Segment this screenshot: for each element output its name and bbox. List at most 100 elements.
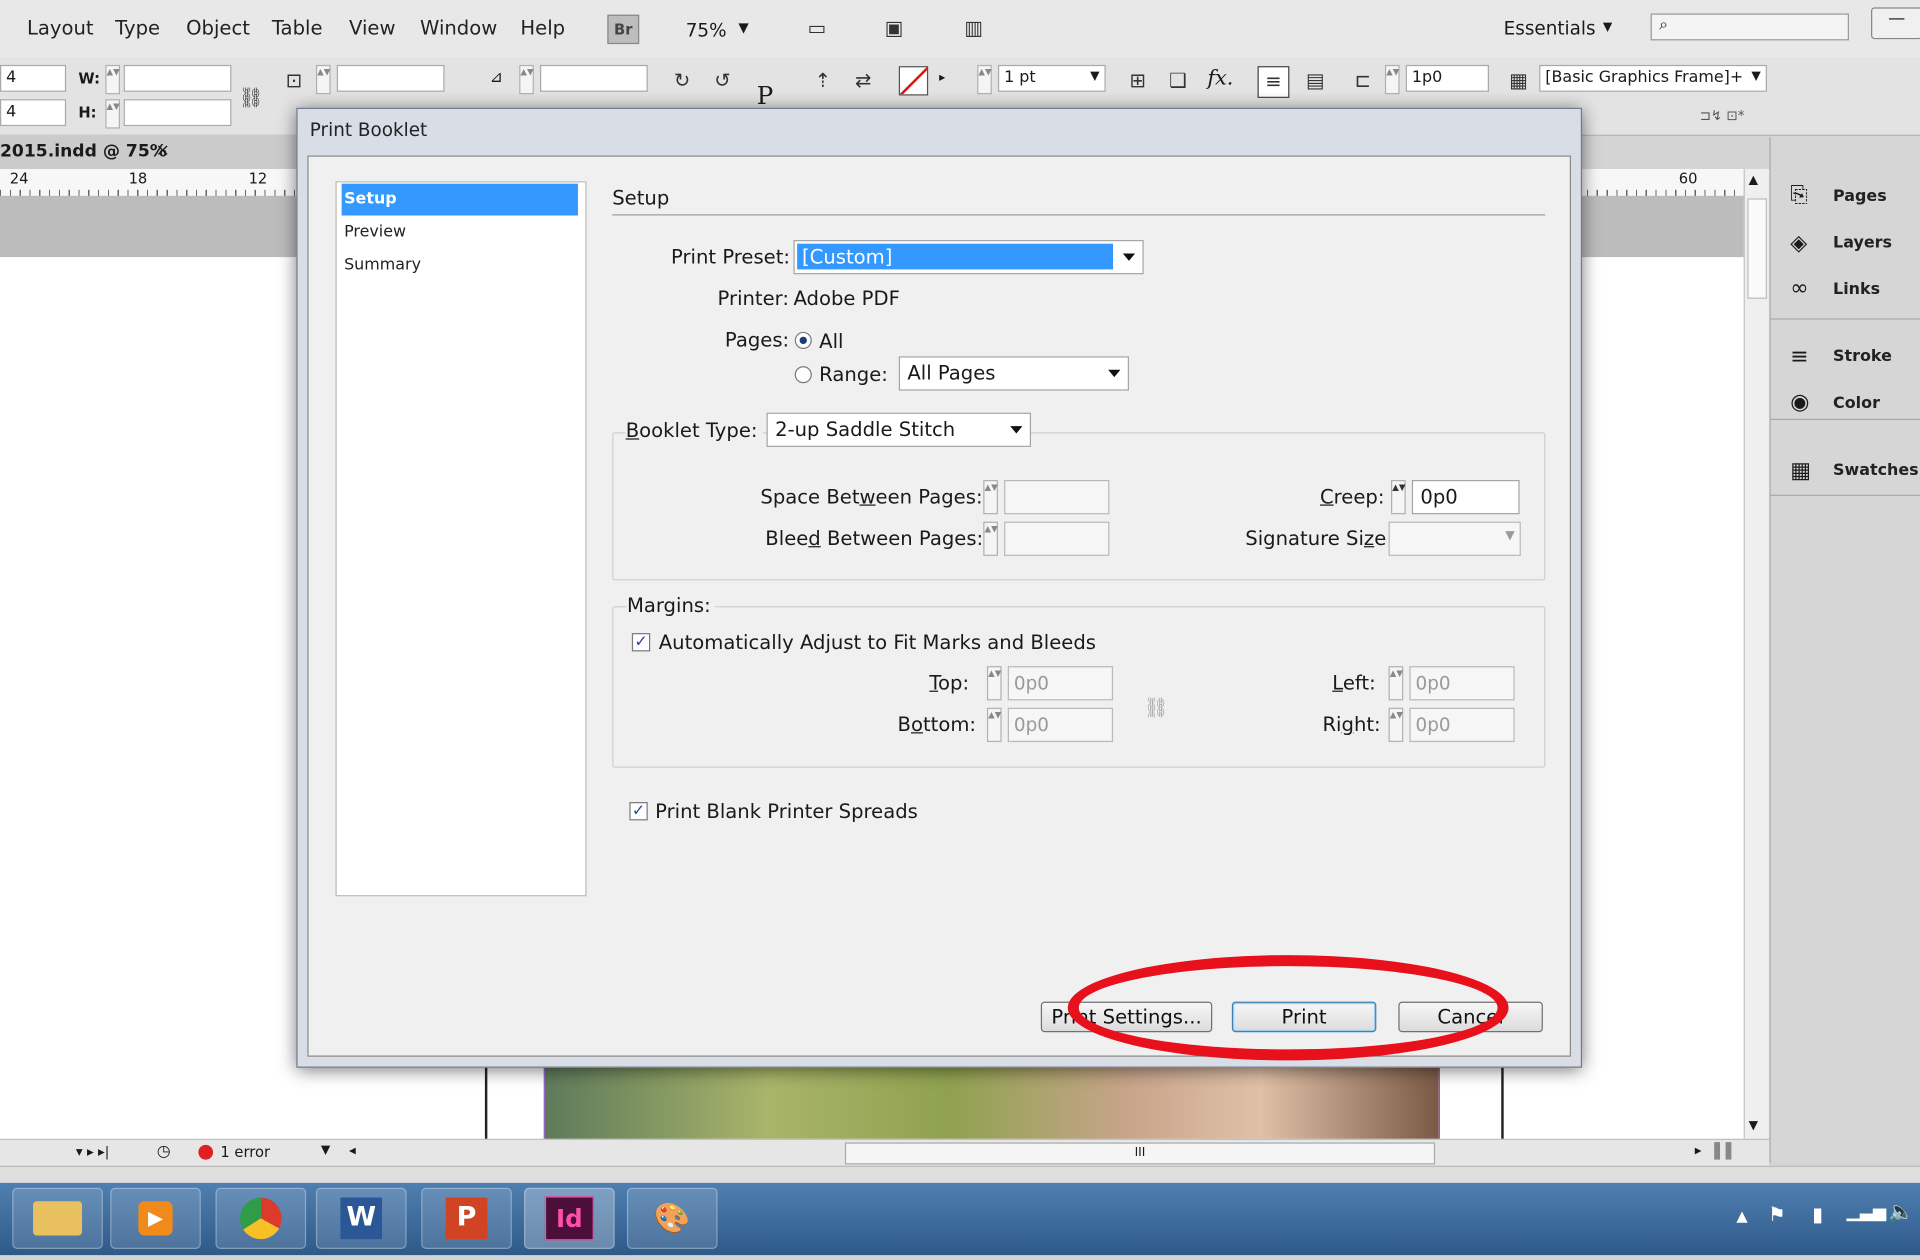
powerpoint-button[interactable]: P bbox=[421, 1187, 512, 1249]
page-range-select[interactable]: All Pages bbox=[898, 356, 1129, 391]
blank-spreads-checkbox[interactable]: ✓ bbox=[629, 802, 648, 821]
zoom-level[interactable]: 75% bbox=[686, 20, 727, 42]
nav-item-summary[interactable]: Summary bbox=[342, 253, 578, 276]
panel-pages[interactable]: Pages bbox=[1833, 187, 1887, 205]
bottom-margin-field: 0p0 bbox=[1007, 707, 1114, 743]
workspace-dropdown-icon[interactable]: ▼ bbox=[1603, 21, 1612, 34]
photo-image[interactable] bbox=[543, 1060, 1441, 1142]
height-field[interactable] bbox=[123, 99, 232, 127]
minimize-button[interactable]: — bbox=[1871, 7, 1920, 40]
wrap-around-icon[interactable]: ▤ bbox=[1300, 66, 1329, 95]
creep-stepper[interactable]: ▲▼ bbox=[1391, 480, 1406, 515]
height-stepper[interactable]: ▲▼ bbox=[105, 99, 121, 129]
pages-icon[interactable]: ⎘ bbox=[1790, 182, 1808, 208]
nav-item-preview[interactable]: Preview bbox=[342, 220, 578, 243]
menu-type[interactable]: Type bbox=[115, 16, 160, 39]
select-container-icon[interactable]: ⇡ bbox=[808, 66, 837, 95]
scroll-left-icon[interactable]: ◂ bbox=[349, 1142, 356, 1158]
scroll-right-icon[interactable]: ▸ bbox=[1695, 1142, 1702, 1158]
menu-object[interactable]: Object bbox=[186, 16, 250, 39]
horizontal-scroll-thumb[interactable]: III bbox=[844, 1142, 1436, 1165]
stroke-weight-field[interactable]: 1 pt ▼ bbox=[997, 64, 1106, 92]
workspace-switcher[interactable]: Essentials bbox=[1504, 17, 1596, 39]
color-icon[interactable]: ◉ bbox=[1790, 389, 1809, 415]
nav-item-setup[interactable]: Setup bbox=[341, 183, 578, 216]
swatches-icon[interactable]: ▦ bbox=[1790, 458, 1811, 484]
stroke-weight-value: 1 pt bbox=[1004, 68, 1036, 87]
width-stepper[interactable]: ▲▼ bbox=[105, 64, 121, 95]
x-field[interactable]: 4 bbox=[0, 64, 67, 92]
pages-label: Pages: bbox=[724, 328, 790, 352]
scroll-thumb[interactable] bbox=[1747, 198, 1767, 299]
text-wrap-icon[interactable]: ≡ bbox=[1257, 66, 1290, 98]
stroke-icon[interactable]: ≡ bbox=[1790, 344, 1808, 370]
menu-layout[interactable]: Layout bbox=[27, 16, 94, 39]
battery-icon[interactable]: ▮ bbox=[1812, 1202, 1823, 1225]
media-player-button[interactable]: ▶ bbox=[110, 1187, 201, 1249]
frame-size-stepper[interactable]: ▲▼ bbox=[1384, 64, 1400, 95]
pages-range-radio[interactable] bbox=[794, 366, 812, 384]
network-signal-icon[interactable]: ▁▃▅ bbox=[1847, 1202, 1887, 1222]
close-tab-icon[interactable]: × bbox=[156, 141, 170, 161]
action-center-flag-icon[interactable]: ⚑ bbox=[1768, 1202, 1786, 1225]
split-view-icon[interactable]: ▌▌ bbox=[1714, 1142, 1737, 1159]
rotate-stepper[interactable]: ▲▼ bbox=[519, 64, 534, 95]
fill-none-icon[interactable] bbox=[898, 66, 929, 96]
bridge-button[interactable]: Br bbox=[607, 14, 640, 45]
scroll-down-icon[interactable]: ▼ bbox=[1749, 1119, 1758, 1132]
view-options-icon[interactable]: ▭ bbox=[802, 13, 831, 42]
volume-icon[interactable]: 🔈 bbox=[1888, 1200, 1914, 1224]
file-explorer-button[interactable] bbox=[12, 1187, 103, 1249]
fitting-icon[interactable]: ⊞ bbox=[1123, 66, 1152, 95]
pages-all-radio[interactable] bbox=[794, 331, 812, 349]
creep-field[interactable]: 0p0 bbox=[1411, 480, 1520, 515]
rotate-field[interactable] bbox=[540, 64, 648, 92]
paint-button[interactable]: 🎨 bbox=[626, 1187, 718, 1249]
panel-links[interactable]: Links bbox=[1833, 280, 1880, 298]
menu-window[interactable]: Window bbox=[420, 16, 497, 39]
preflight-icon[interactable]: ◷ bbox=[157, 1142, 171, 1160]
frame-size-field[interactable]: 1p0 bbox=[1405, 64, 1489, 92]
show-hidden-icons-icon[interactable]: ▲ bbox=[1736, 1207, 1747, 1224]
word-button[interactable]: W bbox=[315, 1187, 407, 1249]
panel-swatches[interactable]: Swatches bbox=[1833, 462, 1919, 480]
menu-table[interactable]: Table bbox=[272, 16, 323, 39]
panel-stroke[interactable]: Stroke bbox=[1833, 348, 1892, 366]
clear-overrides-icon[interactable]: ⊐↯ ⊡* bbox=[1700, 108, 1745, 124]
zoom-dropdown-icon[interactable]: ▼ bbox=[738, 20, 748, 36]
chrome-button[interactable] bbox=[215, 1187, 307, 1249]
vertical-scrollbar[interactable]: ▲ ▼ bbox=[1743, 168, 1770, 1142]
scale-x-field[interactable] bbox=[336, 64, 445, 92]
y-field[interactable]: 4 bbox=[0, 99, 67, 127]
select-content-icon[interactable]: ⇄ bbox=[849, 66, 878, 95]
indesign-button[interactable]: Id bbox=[524, 1187, 615, 1249]
booklet-type-select[interactable]: 2-up Saddle Stitch bbox=[766, 412, 1032, 447]
drop-shadow-icon[interactable]: ❑ bbox=[1163, 66, 1192, 95]
menu-view[interactable]: View bbox=[349, 16, 395, 39]
page-nav-icon[interactable]: ▾ ▸ ▸| bbox=[76, 1144, 109, 1160]
auto-adjust-checkbox[interactable]: ✓ bbox=[631, 633, 651, 652]
effects-icon[interactable]: fx. bbox=[1207, 66, 1233, 90]
menu-help[interactable]: Help bbox=[520, 16, 565, 39]
links-icon[interactable]: ∞ bbox=[1790, 276, 1808, 302]
screen-mode-icon[interactable]: ▣ bbox=[879, 13, 908, 42]
print-preset-select[interactable]: [Custom] bbox=[793, 240, 1144, 275]
stroke-swatch-arrow-icon[interactable]: ▸ bbox=[939, 71, 945, 84]
stroke-weight-stepper[interactable]: ▲▼ bbox=[977, 64, 992, 95]
chevron-down-icon[interactable]: ▼ bbox=[321, 1144, 330, 1157]
reference-point-icon[interactable]: P bbox=[757, 81, 773, 110]
document-tab[interactable]: 2015.indd @ 75% bbox=[0, 142, 167, 162]
panel-color[interactable]: Color bbox=[1833, 394, 1880, 412]
panel-layers[interactable]: Layers bbox=[1833, 234, 1892, 252]
preflight-status[interactable]: 1 error bbox=[220, 1144, 270, 1161]
constrain-proportions-icon[interactable]: ⛓ bbox=[236, 83, 265, 112]
scale-stepper[interactable]: ▲▼ bbox=[315, 64, 331, 95]
width-field[interactable] bbox=[123, 64, 232, 92]
rotate-cw-icon[interactable]: ↻ bbox=[667, 66, 696, 95]
rotate-ccw-icon[interactable]: ↺ bbox=[708, 66, 737, 95]
search-input[interactable]: ⌕ bbox=[1650, 13, 1849, 41]
scroll-up-icon[interactable]: ▲ bbox=[1749, 174, 1758, 187]
object-style-select[interactable]: [Basic Graphics Frame]+ ▼ bbox=[1539, 64, 1767, 92]
arrange-documents-icon[interactable]: ▥ bbox=[959, 13, 988, 42]
layers-icon[interactable]: ◈ bbox=[1790, 230, 1807, 256]
